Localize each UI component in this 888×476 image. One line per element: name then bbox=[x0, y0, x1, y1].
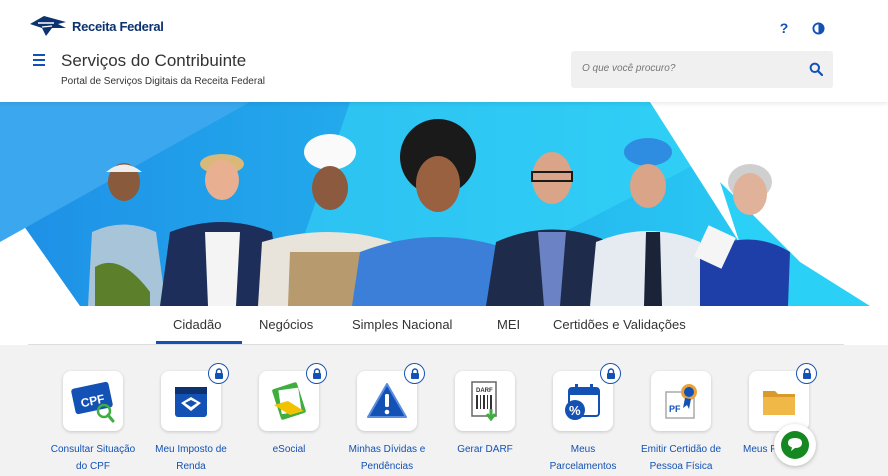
lock-icon bbox=[796, 363, 817, 384]
service-meu-imposto-renda[interactable]: Meu Imposto de Renda bbox=[142, 363, 240, 475]
page-title: Serviços do Contribuinte bbox=[61, 51, 247, 70]
services-grid: CPF Consultar Situação do CPF Meu Impost… bbox=[0, 345, 888, 476]
service-label-line1: Emitir Certidão de bbox=[640, 444, 722, 455]
tab-simples-nacional[interactable]: Simples Nacional bbox=[352, 317, 452, 332]
service-meus-parcelamentos[interactable]: % Meus Parcelamentos bbox=[534, 363, 632, 475]
tab-negocios[interactable]: Negócios bbox=[259, 317, 313, 332]
service-tile[interactable]: CPF bbox=[63, 371, 123, 431]
service-tile[interactable] bbox=[357, 363, 425, 431]
service-minhas-dividas[interactable]: Minhas Dívidas e Pendências bbox=[338, 363, 436, 475]
cpf-card-icon: CPF bbox=[71, 381, 115, 423]
folder-icon bbox=[763, 391, 795, 415]
service-label-line2: Pessoa Física bbox=[649, 461, 713, 472]
service-label-line2: Renda bbox=[176, 461, 206, 472]
service-tile[interactable]: DARF bbox=[455, 371, 515, 431]
tab-certidoes-validacoes[interactable]: Certidões e Validações bbox=[553, 317, 686, 332]
service-tile[interactable]: PF bbox=[651, 371, 711, 431]
receita-federal-logo[interactable]: Receita Federal bbox=[28, 14, 164, 38]
service-tile[interactable] bbox=[259, 363, 327, 431]
service-label-line1: Meus bbox=[570, 444, 596, 455]
chat-button[interactable] bbox=[774, 424, 816, 466]
service-tile[interactable]: % bbox=[553, 363, 621, 431]
search-icon[interactable] bbox=[809, 62, 824, 77]
service-gerar-darf[interactable]: DARF Gerar DARF bbox=[436, 371, 534, 458]
esocial-icon bbox=[272, 382, 306, 420]
service-tile[interactable] bbox=[161, 363, 229, 431]
lock-icon bbox=[306, 363, 327, 384]
active-tab-indicator bbox=[156, 341, 242, 344]
service-esocial[interactable]: eSocial bbox=[240, 363, 338, 458]
lock-icon bbox=[404, 363, 425, 384]
calendar-percent-icon: % bbox=[565, 384, 600, 420]
service-label-line1: Meu Imposto de bbox=[155, 444, 227, 455]
site-header: Receita Federal ? Serviços do Contribuin… bbox=[0, 0, 888, 102]
service-emitir-certidao[interactable]: PF Emitir Certidão de Pessoa Física bbox=[632, 371, 730, 475]
service-label-line2: Pendências bbox=[360, 461, 414, 472]
search-box bbox=[571, 51, 833, 88]
service-tile[interactable] bbox=[749, 363, 817, 431]
eagle-logo-icon bbox=[30, 16, 66, 36]
tab-cidadao[interactable]: Cidadão bbox=[173, 317, 221, 332]
hamburger-menu-icon[interactable] bbox=[33, 54, 45, 66]
svg-text:PF: PF bbox=[669, 404, 681, 414]
page-subtitle: Portal de Serviços Digitais da Receita F… bbox=[61, 76, 265, 87]
lock-icon bbox=[208, 363, 229, 384]
help-icon[interactable]: ? bbox=[776, 20, 792, 36]
contrast-icon[interactable] bbox=[810, 20, 826, 36]
certificate-icon: PF bbox=[665, 384, 697, 419]
service-consultar-cpf[interactable]: CPF Consultar Situação do CPF bbox=[44, 371, 142, 475]
banner-people-illustration bbox=[0, 102, 888, 306]
service-label-line2: do CPF bbox=[76, 461, 110, 472]
logo-text: Receita Federal bbox=[72, 18, 164, 34]
service-label-line2: Parcelamentos bbox=[549, 461, 617, 472]
lock-icon bbox=[600, 363, 621, 384]
hero-banner bbox=[0, 102, 888, 306]
svg-text:%: % bbox=[569, 403, 581, 418]
tab-mei[interactable]: MEI bbox=[497, 317, 520, 332]
service-label-line1: Minhas Dívidas e bbox=[348, 444, 426, 455]
category-tabs: Cidadão Negócios Simples Nacional MEI Ce… bbox=[28, 306, 844, 345]
service-label-line1: Gerar DARF bbox=[457, 444, 513, 455]
warning-icon bbox=[367, 383, 407, 418]
service-label-line1: Consultar Situação bbox=[50, 444, 136, 455]
service-label-line1: eSocial bbox=[272, 444, 306, 455]
darf-document-icon: DARF bbox=[471, 381, 497, 422]
income-tax-icon bbox=[175, 387, 207, 417]
search-input[interactable] bbox=[582, 63, 782, 74]
chat-bubble-icon bbox=[781, 431, 809, 459]
svg-text:DARF: DARF bbox=[476, 388, 493, 394]
